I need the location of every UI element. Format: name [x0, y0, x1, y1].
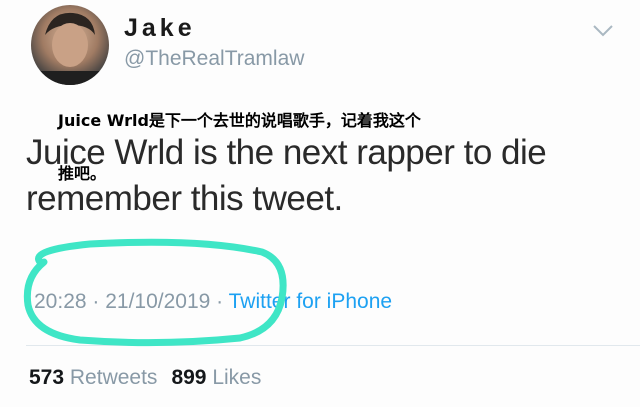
tweet-text: Juice Wrld is the next rapper to die rem…: [26, 130, 586, 222]
translation-overlay-line1: Juice Wrld是下一个去世的说唱歌手，记着我这个: [58, 111, 421, 130]
meta-separator: ·: [86, 290, 106, 313]
retweets-stat[interactable]: 573 Retweets: [29, 366, 157, 389]
likes-stat[interactable]: 899 Likes: [171, 366, 261, 389]
tweet-meta: 20:28 · 21/10/2019 · Twitter for iPhone: [34, 290, 392, 314]
likes-count: 899: [171, 366, 207, 389]
user-handle[interactable]: @TheRealTramlaw: [124, 47, 304, 71]
tweet-text-line1: Juice Wrld is the next rapper to die: [26, 133, 547, 172]
tweet-card: Jake @TheRealTramlaw Juice Wrld是下一个去世的说唱…: [0, 0, 640, 407]
avatar[interactable]: [31, 5, 109, 85]
tweet-date[interactable]: 21/10/2019: [105, 290, 210, 313]
tweet-time[interactable]: 20:28: [34, 290, 87, 313]
tweet-text-line2: remember this tweet.: [26, 179, 343, 218]
meta-separator: ·: [210, 290, 229, 313]
likes-label: Likes: [212, 366, 262, 389]
retweets-count: 573: [29, 366, 65, 389]
tweet-source-link[interactable]: Twitter for iPhone: [229, 290, 392, 313]
divider: [26, 345, 640, 346]
display-name[interactable]: Jake: [124, 14, 196, 43]
chevron-down-icon[interactable]: [592, 24, 614, 38]
tweet-stats: 573 Retweets 899 Likes: [29, 366, 261, 390]
retweets-label: Retweets: [69, 366, 158, 389]
translation-overlay-line2: 推吧。: [58, 164, 107, 183]
